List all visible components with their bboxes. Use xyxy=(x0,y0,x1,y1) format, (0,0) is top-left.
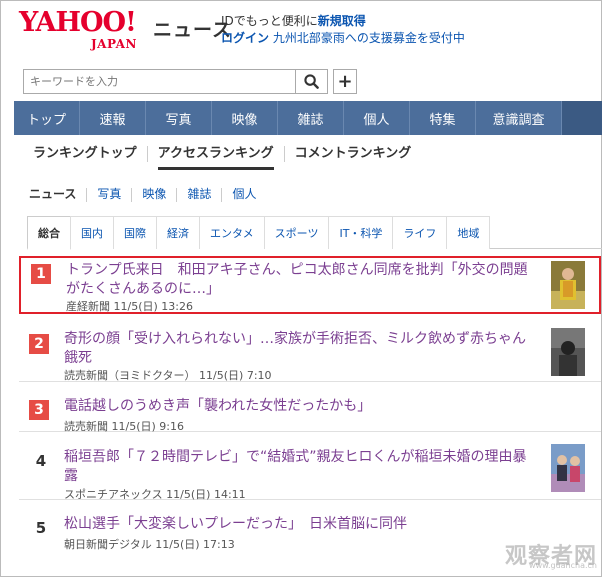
tab-ranking-top[interactable]: ランキングトップ xyxy=(23,144,147,170)
list-item[interactable]: 4 稲垣吾郎「７２時間テレビ」で“結婚式”親友ヒロくんが稲垣未婚の理由暴露 スポ… xyxy=(19,432,601,501)
tab-genre-domestic[interactable]: 国内 xyxy=(70,216,114,249)
rank-badge: 2 xyxy=(29,334,49,354)
tab-genre-economy[interactable]: 経済 xyxy=(156,216,200,249)
search-button[interactable] xyxy=(295,70,327,93)
nav-item-survey[interactable]: 意識調査 xyxy=(476,101,562,135)
register-link[interactable]: 新規取得 xyxy=(318,14,366,28)
tab-genre-life[interactable]: ライフ xyxy=(392,216,448,249)
tab-genre-sports[interactable]: スポーツ xyxy=(263,216,330,249)
tab-photo[interactable]: 写真 xyxy=(87,185,131,205)
ranking-tabs: ランキングトップ アクセスランキング コメントランキング xyxy=(23,144,421,174)
header: YAHOO! JAPAN ニュース IDでもっと便利に新規取得 ログイン 九州北… xyxy=(1,1,602,63)
search-input[interactable] xyxy=(24,70,294,93)
article-title[interactable]: 稲垣吾郎「７２時間テレビ」で“結婚式”親友ヒロくんが稲垣未婚の理由暴露 xyxy=(64,448,534,486)
nav-item-breaking[interactable]: 速報 xyxy=(80,101,146,135)
article-title[interactable]: 松山選手「大変楽しいプレーだった」 日米首脳に同伴 xyxy=(64,515,534,534)
ranking-list: 1 トランプ氏来日 和田アキ子さん、ピコ太郎さん同席を批判「外交の問題がたくさん… xyxy=(19,256,601,551)
logo-main-text: YAHOO! xyxy=(19,7,137,38)
rank-number: 4 xyxy=(35,452,47,470)
tab-magazine[interactable]: 雑誌 xyxy=(177,185,221,205)
article-source: 読売新聞（ヨミドクター） 11/5(日) 7:10 xyxy=(64,369,272,382)
tab-access-ranking[interactable]: アクセスランキング xyxy=(148,144,284,170)
article-thumbnail[interactable] xyxy=(551,444,585,492)
tab-video[interactable]: 映像 xyxy=(132,185,176,205)
article-title[interactable]: 電話越しのうめき声「襲われた女性だったかも」 xyxy=(64,397,534,416)
tab-genre-entertainment[interactable]: エンタメ xyxy=(199,216,265,249)
nav-item-more xyxy=(562,101,602,135)
main-nav: トップ 速報 写真 映像 雑誌 個人 特集 意識調査 xyxy=(14,101,602,135)
tab-genre-international[interactable]: 国際 xyxy=(113,216,157,249)
promo-text: IDでもっと便利に xyxy=(221,14,318,28)
login-link[interactable]: ログイン xyxy=(221,31,269,45)
tab-genre-all[interactable]: 総合 xyxy=(27,216,71,250)
article-source: 朝日新聞デジタル 11/5(日) 17:13 xyxy=(64,538,235,551)
nav-item-video[interactable]: 映像 xyxy=(212,101,278,135)
search-icon xyxy=(304,74,319,89)
rank-badge: 3 xyxy=(29,400,49,420)
watermark: 观察者网 www.guancha.cn xyxy=(497,538,597,570)
list-item[interactable]: 2 奇形の顔「受け入れられない」…家族が手術拒否、ミルク飲めず赤ちゃん餓死 読売… xyxy=(19,314,601,382)
tab-news[interactable]: ニュース xyxy=(27,185,86,205)
tab-comment-ranking[interactable]: コメントランキング xyxy=(285,144,422,170)
tab-genre-region[interactable]: 地域 xyxy=(446,216,491,249)
nav-item-individual[interactable]: 個人 xyxy=(344,101,410,135)
nav-item-magazine[interactable]: 雑誌 xyxy=(278,101,344,135)
genre-tabs: 総合 国内 国際 経済 エンタメ スポーツ IT・科学 ライフ 地域 xyxy=(27,216,602,250)
category-tabs: ニュース 写真 映像 雑誌 個人 xyxy=(27,185,266,205)
tab-individual[interactable]: 個人 xyxy=(222,185,266,205)
tab-genre-it-science[interactable]: IT・科学 xyxy=(328,216,394,249)
article-source: 産経新聞 11/5(日) 13:26 xyxy=(66,300,193,313)
nav-item-photo[interactable]: 写真 xyxy=(146,101,212,135)
logo-sub-text: JAPAN xyxy=(91,37,137,51)
yahoo-japan-logo[interactable]: YAHOO! JAPAN xyxy=(19,7,151,53)
article-thumbnail[interactable] xyxy=(551,328,585,376)
rank-badge: 1 xyxy=(31,264,51,284)
article-title[interactable]: トランプ氏来日 和田アキ子さん、ピコ太郎さん同席を批判「外交の問題がたくさんある… xyxy=(66,261,536,299)
watermark-url: www.guancha.cn xyxy=(529,561,597,570)
list-item[interactable]: 1 トランプ氏来日 和田アキ子さん、ピコ太郎さん同席を批判「外交の問題がたくさん… xyxy=(19,256,601,314)
article-thumbnail[interactable] xyxy=(551,261,585,309)
nav-item-top[interactable]: トップ xyxy=(14,101,80,135)
list-item[interactable]: 3 電話越しのうめき声「襲われた女性だったかも」 読売新聞 11/5(日) 9:… xyxy=(19,382,601,433)
rank-number: 5 xyxy=(35,519,47,537)
article-title[interactable]: 奇形の顔「受け入れられない」…家族が手術拒否、ミルク飲めず赤ちゃん餓死 xyxy=(64,330,534,368)
search-box xyxy=(23,69,328,94)
donation-link[interactable]: 九州北部豪雨への支援募金を受付中 xyxy=(273,31,465,45)
add-button[interactable]: + xyxy=(333,69,357,94)
nav-item-feature[interactable]: 特集 xyxy=(410,101,476,135)
promo-box: IDでもっと便利に新規取得 ログイン 九州北部豪雨への支援募金を受付中 xyxy=(221,13,465,47)
